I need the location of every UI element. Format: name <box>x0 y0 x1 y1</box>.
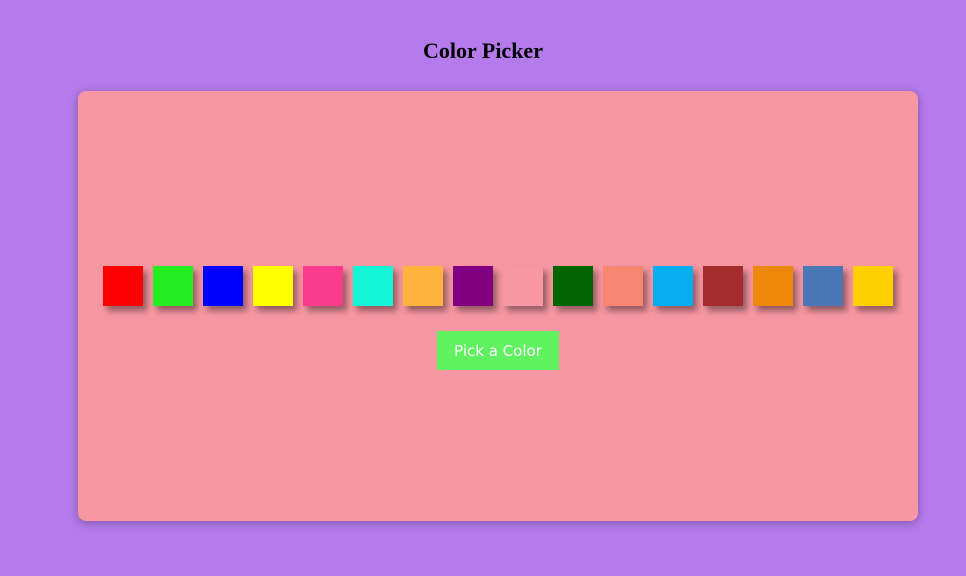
color-swatch[interactable] <box>353 266 393 306</box>
color-display-card: Pick a Color <box>78 91 918 521</box>
color-swatch[interactable] <box>403 266 443 306</box>
color-swatch[interactable] <box>853 266 893 306</box>
color-swatch[interactable] <box>653 266 693 306</box>
color-swatch[interactable] <box>803 266 843 306</box>
color-swatch[interactable] <box>553 266 593 306</box>
swatch-row <box>103 266 893 306</box>
color-swatch[interactable] <box>753 266 793 306</box>
color-swatch[interactable] <box>103 266 143 306</box>
color-swatch[interactable] <box>603 266 643 306</box>
color-swatch[interactable] <box>153 266 193 306</box>
color-swatch[interactable] <box>453 266 493 306</box>
color-swatch[interactable] <box>703 266 743 306</box>
page-title: Color Picker <box>423 38 543 63</box>
pick-color-button[interactable]: Pick a Color <box>437 331 559 370</box>
color-swatch[interactable] <box>503 266 543 306</box>
color-swatch[interactable] <box>253 266 293 306</box>
color-swatch[interactable] <box>203 266 243 306</box>
color-swatch[interactable] <box>303 266 343 306</box>
